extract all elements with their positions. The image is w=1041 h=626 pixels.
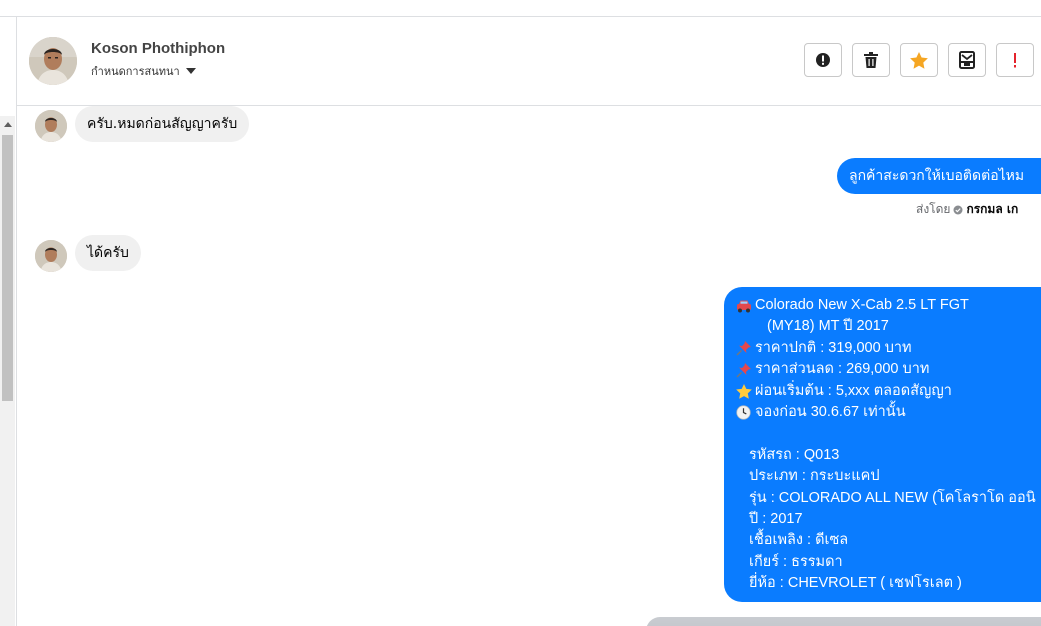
installment: ผ่อนเริ่มต้น : 5,xxx ตลอดสัญญา [755,382,952,399]
exclamation-circle-icon [816,53,830,67]
car-title: Colorado New X-Cab 2.5 LT FGT [755,297,969,313]
normal-price: ราคาปกติ : 319,000 บาท [755,339,912,356]
discount-price-line: ราคาส่วนลด : 269,000 บาท [736,359,1041,380]
message-scrollbar[interactable] [0,116,15,626]
installment-line: ผ่อนเริ่มต้น : 5,xxx ตลอดสัญญา [736,381,1041,402]
incoming-message-bubble[interactable]: ได้ครับ [75,235,141,271]
scroll-up-arrow-icon [3,122,12,127]
chat-window: Koson Phothiphon กำหนดการสนทนา ครับ.หมดก… [0,0,1041,626]
spam-button[interactable] [804,43,842,77]
booking-line: จองก่อน 30.6.67 เท่านั้น [736,402,1041,423]
star-button[interactable] [900,43,938,77]
car-detail-line: รหัสรถ : Q013 [749,446,840,463]
incoming-message-bubble[interactable]: ครับ.หมดก่อนสัญญาครับ [75,106,250,142]
pushpin-icon [736,362,751,378]
sent-by-label: ส่งโดย กรกมล เก [916,200,1018,219]
conversation-setting-dropdown[interactable]: กำหนดการสนทนา [91,62,196,80]
car-title-continued: (MY18) MT ปี 2017 [767,318,889,335]
car-detail-line: เกียร์ : ธรรมดา [749,553,843,570]
archive-button[interactable] [948,43,986,77]
avatar[interactable] [35,240,67,272]
avatar[interactable] [29,37,77,85]
car-title-line: (MY18) MT ปี 2017 [736,316,1041,337]
exclamation-icon [1014,52,1016,67]
car-detail-line: เชื้อเพลิง : ดีเซล [749,532,849,549]
check-circle-icon [953,205,963,214]
car-title-line: Colorado New X-Cab 2.5 LT FGT [736,295,1041,316]
archive-icon [959,51,975,69]
trash-icon [864,52,878,68]
car-detail-line: รุ่น : COLORADO ALL NEW (โคโลราโด ออนิ [749,489,1036,506]
star-icon [910,51,928,69]
conversation-header: Koson Phothiphon กำหนดการสนทนา [17,17,1041,106]
scroll-up-button[interactable] [0,116,15,133]
discount-price: ราคาส่วนลด : 269,000 บาท [755,361,930,378]
sender-name: กรกมล เก [966,202,1019,216]
left-divider [16,17,17,626]
caret-down-icon [185,67,196,74]
mark-important-button[interactable] [996,43,1034,77]
normal-price-line: ราคาปกติ : 319,000 บาท [736,338,1041,359]
car-detail-line: ปี : 2017 [749,510,803,527]
pushpin-icon [736,341,751,356]
delete-button[interactable] [852,43,890,77]
car-details-message-bubble[interactable]: Colorado New X-Cab 2.5 LT FGT (MY18) MT … [724,287,1041,602]
outgoing-message-bubble[interactable]: ลูกค้าสะดวกให้เบอติดต่อไหม [837,158,1041,194]
car-icon [737,300,751,313]
top-strip [0,0,1041,17]
avatar[interactable] [35,110,67,142]
star-emoji-icon [736,383,752,399]
clock-icon [736,405,751,420]
conversation-setting-label: กำหนดการสนทนา [91,65,180,78]
car-detail-line: ยี่ห้อ : CHEVROLET ( เชฟโรเลต ) [749,575,962,592]
scroll-thumb[interactable] [2,135,13,401]
booking: จองก่อน 30.6.67 เท่านั้น [755,403,906,420]
car-detail-line: ประเภท : กระบะแคป [749,468,880,485]
contact-name[interactable]: Koson Phothiphon [91,40,225,57]
image-attachment[interactable] [646,617,1041,626]
sent-by-prefix: ส่งโดย [916,202,951,216]
